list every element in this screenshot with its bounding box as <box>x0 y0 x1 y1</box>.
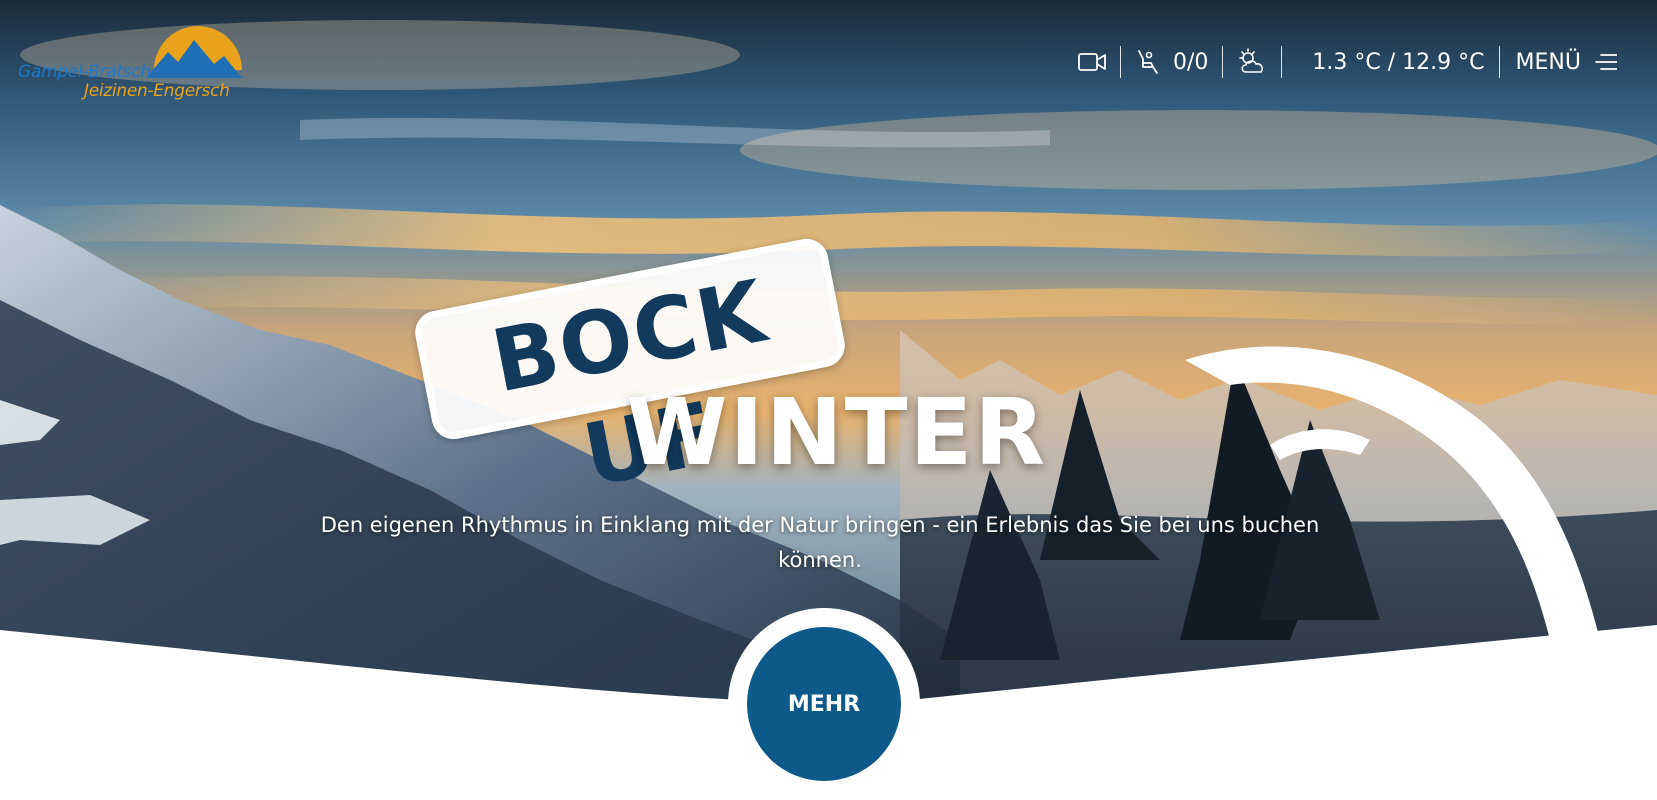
mehr-button[interactable]: MEHR <box>747 627 901 781</box>
menu-button[interactable]: MENÜ <box>1516 44 1617 80</box>
chairlift-icon <box>1138 50 1158 74</box>
top-bar: 0/0 1.3 °C / 12.9 °C MENÜ <box>1078 44 1617 80</box>
partly-cloudy-icon <box>1239 48 1264 73</box>
topbar-divider <box>1281 46 1283 78</box>
topbar-divider <box>1498 46 1500 78</box>
video-camera-icon <box>1078 53 1106 71</box>
topbar-divider <box>1120 46 1121 78</box>
hamburger-menu-icon <box>1595 54 1617 70</box>
logo-text-line2: Jeizinen-Engersch <box>84 81 230 101</box>
hero-subtitle: Den eigenen Rhythmus in Einklang mit der… <box>320 513 1320 572</box>
hero-headline: WINTER <box>626 379 1048 486</box>
temperature-text: 1.3 °C / 12.9 °C <box>1312 49 1485 75</box>
weather-link[interactable] <box>1237 44 1281 80</box>
menu-label: MENÜ <box>1515 49 1581 75</box>
temperature-link[interactable]: 1.3 °C / 12.9 °C <box>1312 44 1484 80</box>
lifts-status-text: 0/0 <box>1173 49 1209 75</box>
site-logo[interactable]: Gampel-Bratsch Jeizinen-Engersch <box>18 20 248 104</box>
topbar-divider <box>1222 46 1224 78</box>
webcam-link[interactable] <box>1078 44 1120 80</box>
lifts-status-link[interactable]: 0/0 <box>1135 44 1208 80</box>
logo-text-line1: Gampel-Bratsch <box>18 62 151 82</box>
